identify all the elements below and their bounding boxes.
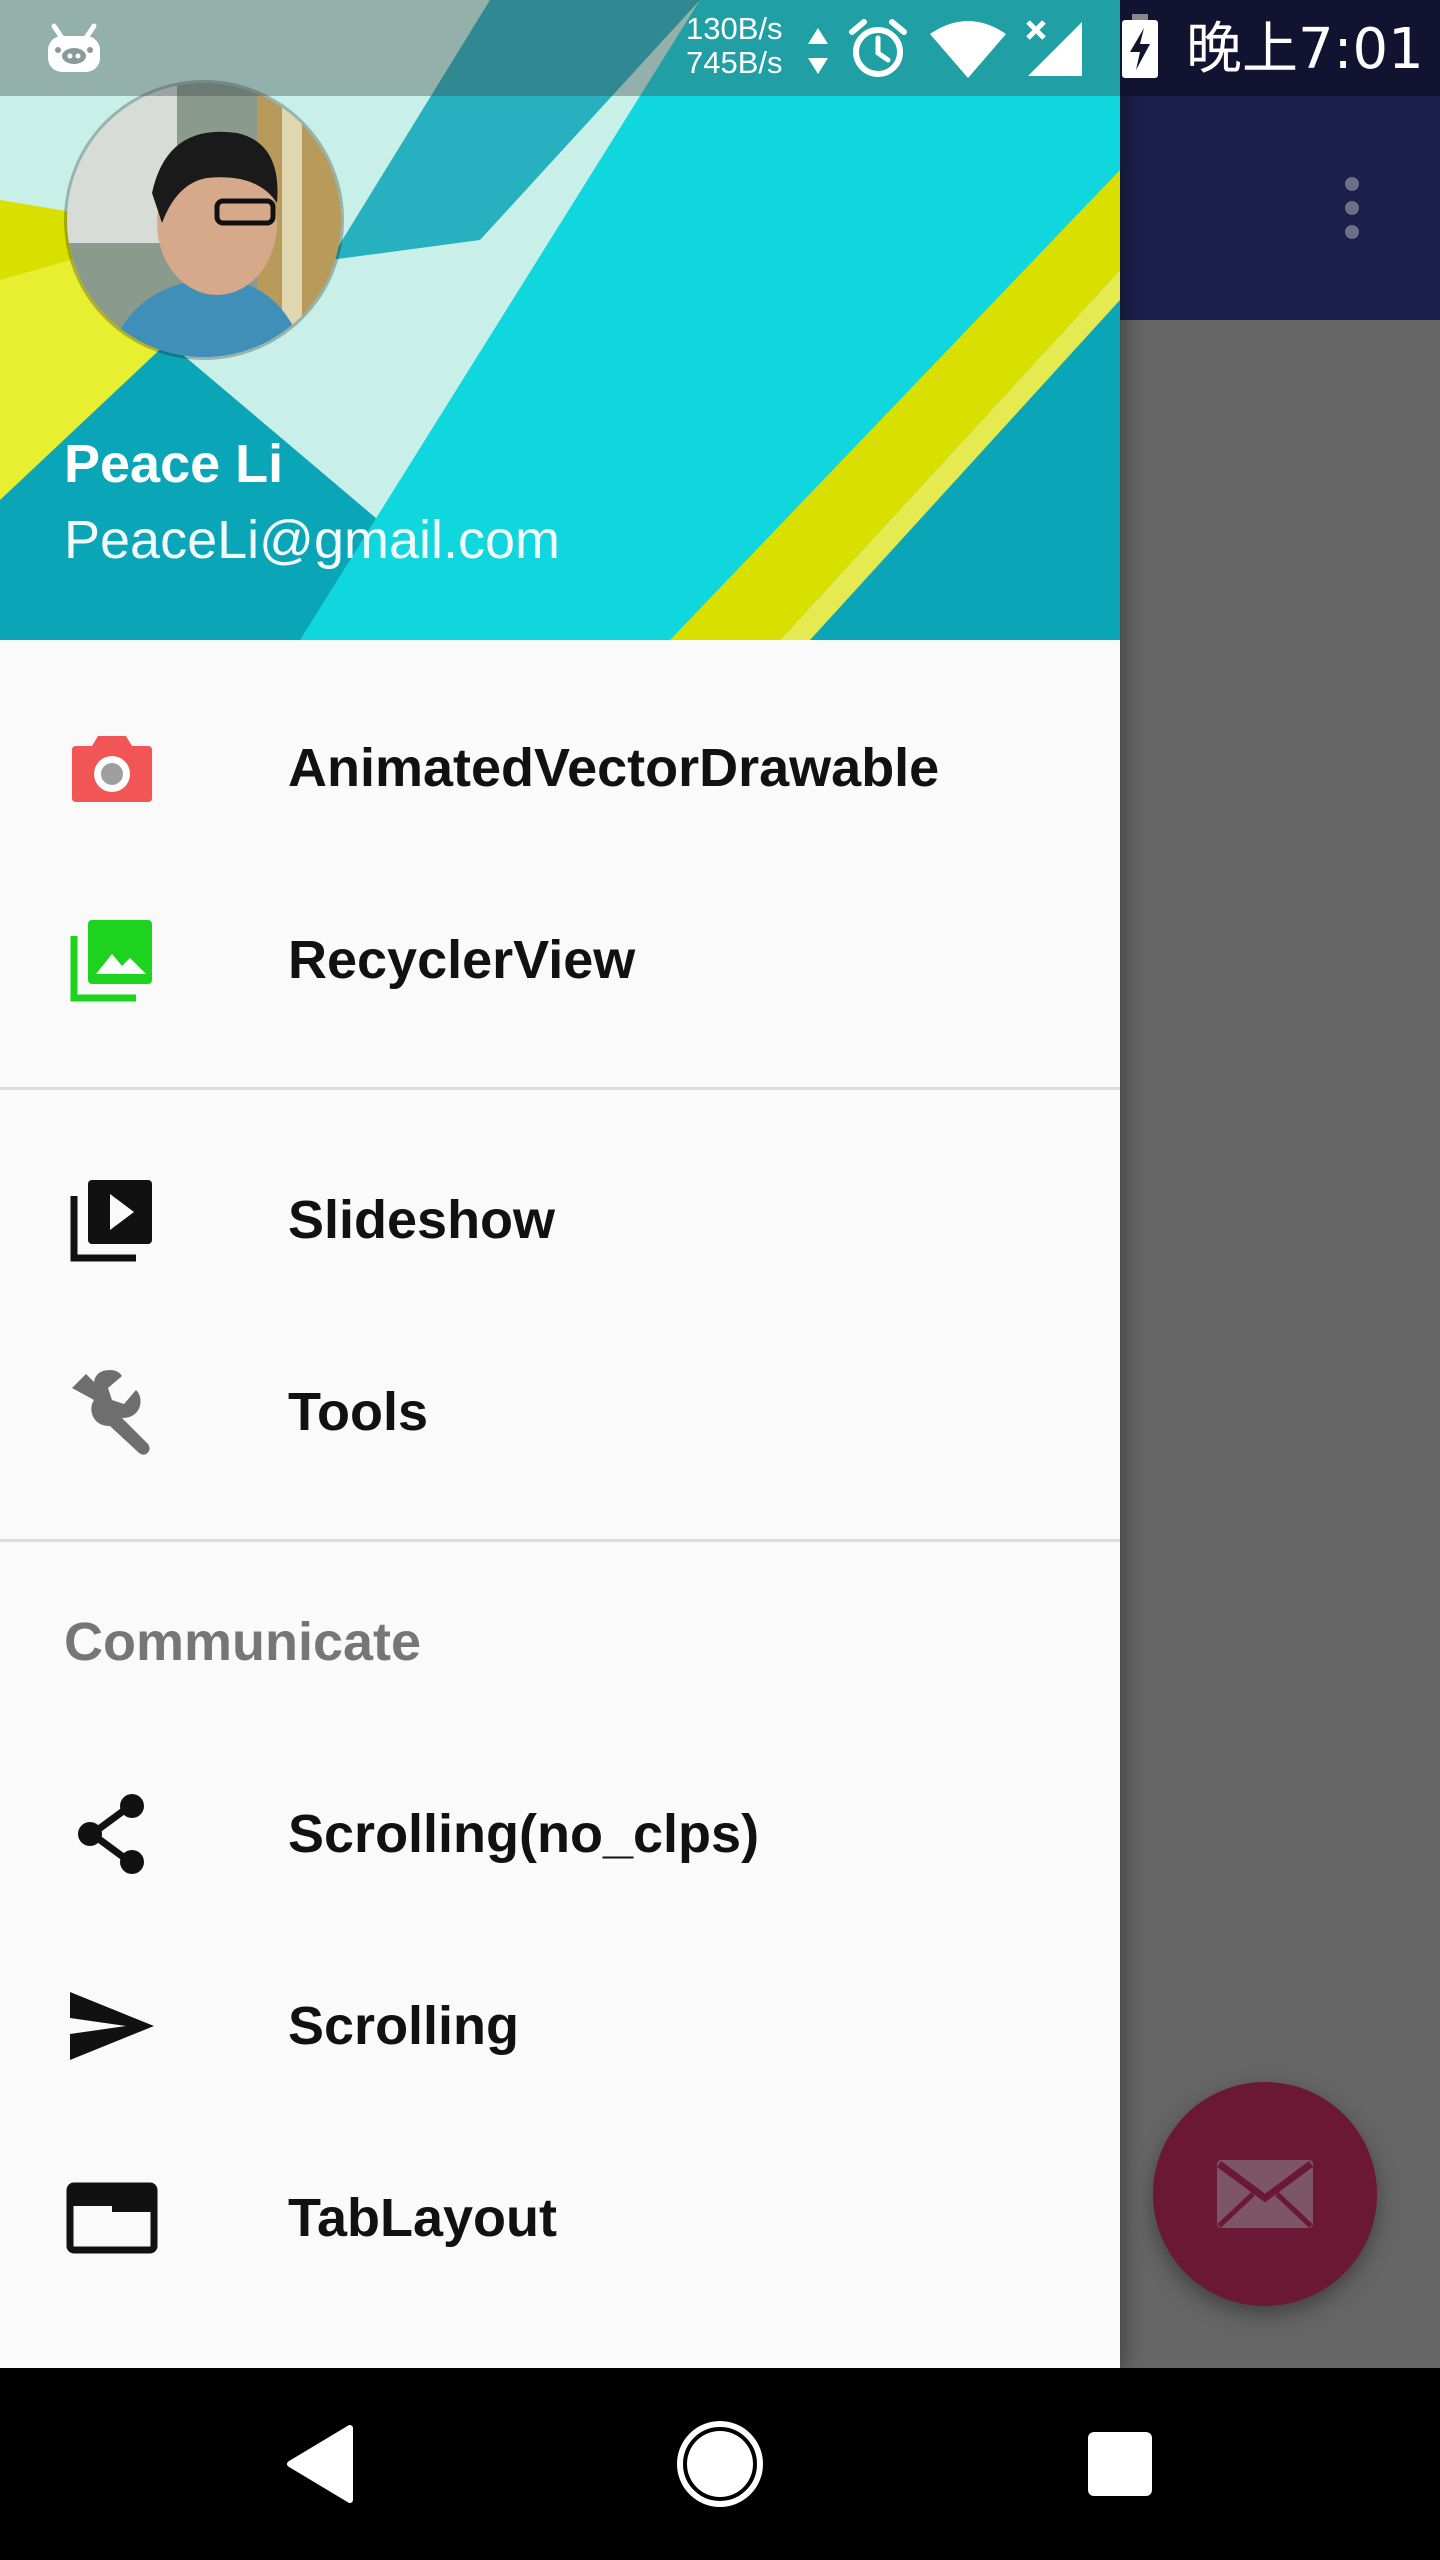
fab-mail-button[interactable] — [1153, 2082, 1377, 2306]
app-toolbar — [1120, 96, 1440, 320]
menu-item-slideshow[interactable]: Slideshow — [0, 1124, 1120, 1316]
upload-speed: 130B/s — [686, 11, 783, 46]
overflow-dot — [1345, 225, 1359, 239]
overflow-menu-button[interactable] — [1320, 160, 1384, 256]
menu-item-tools[interactable]: Tools — [0, 1316, 1120, 1508]
user-email: PeaceLi@gmail.com — [64, 510, 561, 570]
drawer-header: Peace Li PeaceLi@gmail.com — [0, 0, 1120, 640]
gallery-icon — [64, 912, 160, 1008]
menu-label: Scrolling — [288, 1996, 520, 2056]
menu-label: Tools — [288, 1382, 428, 1442]
status-bar: 130B/s 745B/s 晚上7:01 — [0, 0, 1440, 96]
send-icon — [64, 1978, 160, 2074]
notification-app-icon — [48, 23, 100, 72]
transfer-arrows-icon — [808, 28, 828, 74]
slideshow-icon — [64, 1172, 160, 1268]
network-speed: 130B/s 745B/s — [686, 12, 783, 80]
back-icon — [287, 2425, 353, 2503]
wrench-icon — [64, 1364, 160, 1460]
menu-item-scrolling[interactable]: Scrolling — [0, 1930, 1120, 2122]
navigation-drawer: Peace Li PeaceLi@gmail.com AnimatedVecto… — [0, 0, 1120, 2368]
menu-label: AnimatedVectorDrawable — [288, 738, 940, 798]
system-nav-bar — [0, 2368, 1440, 2560]
recents-button[interactable] — [1020, 2368, 1220, 2560]
home-icon — [677, 2421, 763, 2507]
avatar-photo — [67, 83, 341, 357]
menu-item-scrolling-no-clps[interactable]: Scrolling(no_clps) — [0, 1738, 1120, 1930]
overflow-dot — [1345, 201, 1359, 215]
user-avatar[interactable] — [64, 80, 344, 360]
menu-divider — [0, 1539, 1120, 1542]
menu-item-tablayout[interactable]: TabLayout — [0, 2122, 1120, 2314]
camera-icon — [64, 720, 160, 816]
wifi-icon — [930, 21, 1006, 78]
menu-label: Scrolling(no_clps) — [288, 1804, 760, 1864]
cell-signal-icon — [1026, 20, 1082, 76]
share-icon — [64, 1786, 160, 1882]
menu-divider — [0, 1087, 1120, 1090]
section-header-communicate: Communicate — [64, 1612, 422, 1672]
menu-label: Slideshow — [288, 1190, 556, 1250]
download-speed: 745B/s — [686, 45, 783, 80]
home-button[interactable] — [620, 2368, 820, 2560]
mail-icon — [1216, 2160, 1314, 2228]
battery-charging-icon — [1122, 14, 1158, 78]
recents-icon — [1088, 2432, 1152, 2496]
status-clock: 晚上7:01 — [1186, 17, 1424, 82]
menu-item-animatedvectordrawable[interactable]: AnimatedVectorDrawable — [0, 672, 1120, 864]
tab-window-icon — [64, 2170, 160, 2266]
app-content-scrim[interactable] — [1120, 320, 1440, 2368]
alarm-icon — [849, 19, 907, 77]
back-button[interactable] — [220, 2368, 420, 2560]
menu-label: TabLayout — [288, 2188, 557, 2248]
user-name: Peace Li — [64, 434, 284, 494]
menu-label: RecyclerView — [288, 930, 636, 990]
menu-item-recyclerview[interactable]: RecyclerView — [0, 864, 1120, 1056]
overflow-dot — [1345, 177, 1359, 191]
